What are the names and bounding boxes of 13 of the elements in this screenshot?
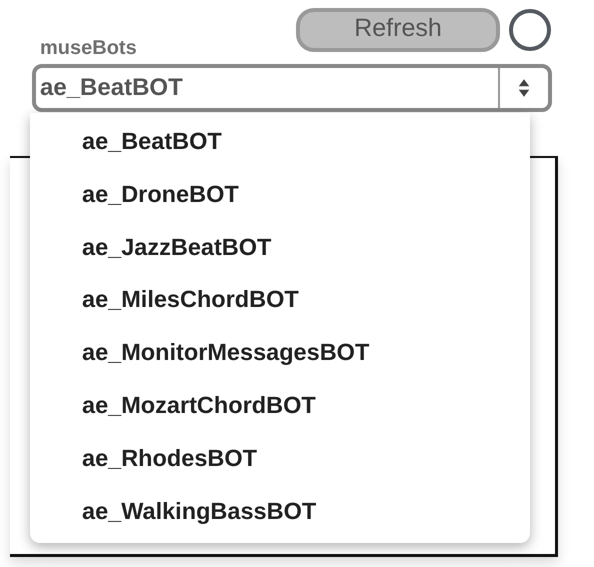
- menu-item[interactable]: ae_MonitorMessagesBOT: [30, 332, 530, 385]
- circle-indicator-icon: [508, 8, 552, 52]
- menu-item[interactable]: ae_BeatBOT: [30, 121, 530, 174]
- menu-item[interactable]: ae_DroneBOT: [30, 174, 530, 227]
- menu-item[interactable]: ae_WalkingBassBOT: [30, 490, 530, 544]
- menu-item[interactable]: ae_JazzBeatBOT: [30, 226, 530, 280]
- refresh-button[interactable]: Refresh: [296, 8, 500, 52]
- select-dropdown[interactable]: ae_BeatBOT: [32, 64, 552, 112]
- field-label: museBots: [40, 37, 137, 60]
- up-down-arrows-icon: [517, 77, 531, 99]
- menu-item[interactable]: ae_MilesChordBOT: [30, 279, 530, 332]
- menu-item[interactable]: ae_RhodesBOT: [30, 438, 530, 491]
- menu-item[interactable]: ae_MozartChordBOT: [30, 384, 530, 438]
